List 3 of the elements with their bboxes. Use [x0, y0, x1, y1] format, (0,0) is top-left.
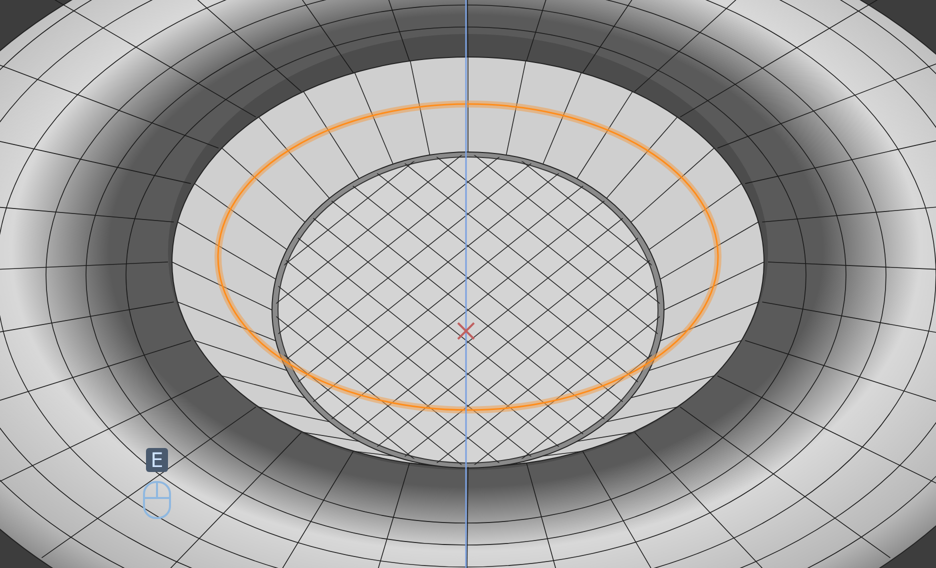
- mouse-icon: [142, 480, 172, 520]
- cursor-icon: [457, 322, 475, 340]
- key-label: E: [146, 448, 168, 472]
